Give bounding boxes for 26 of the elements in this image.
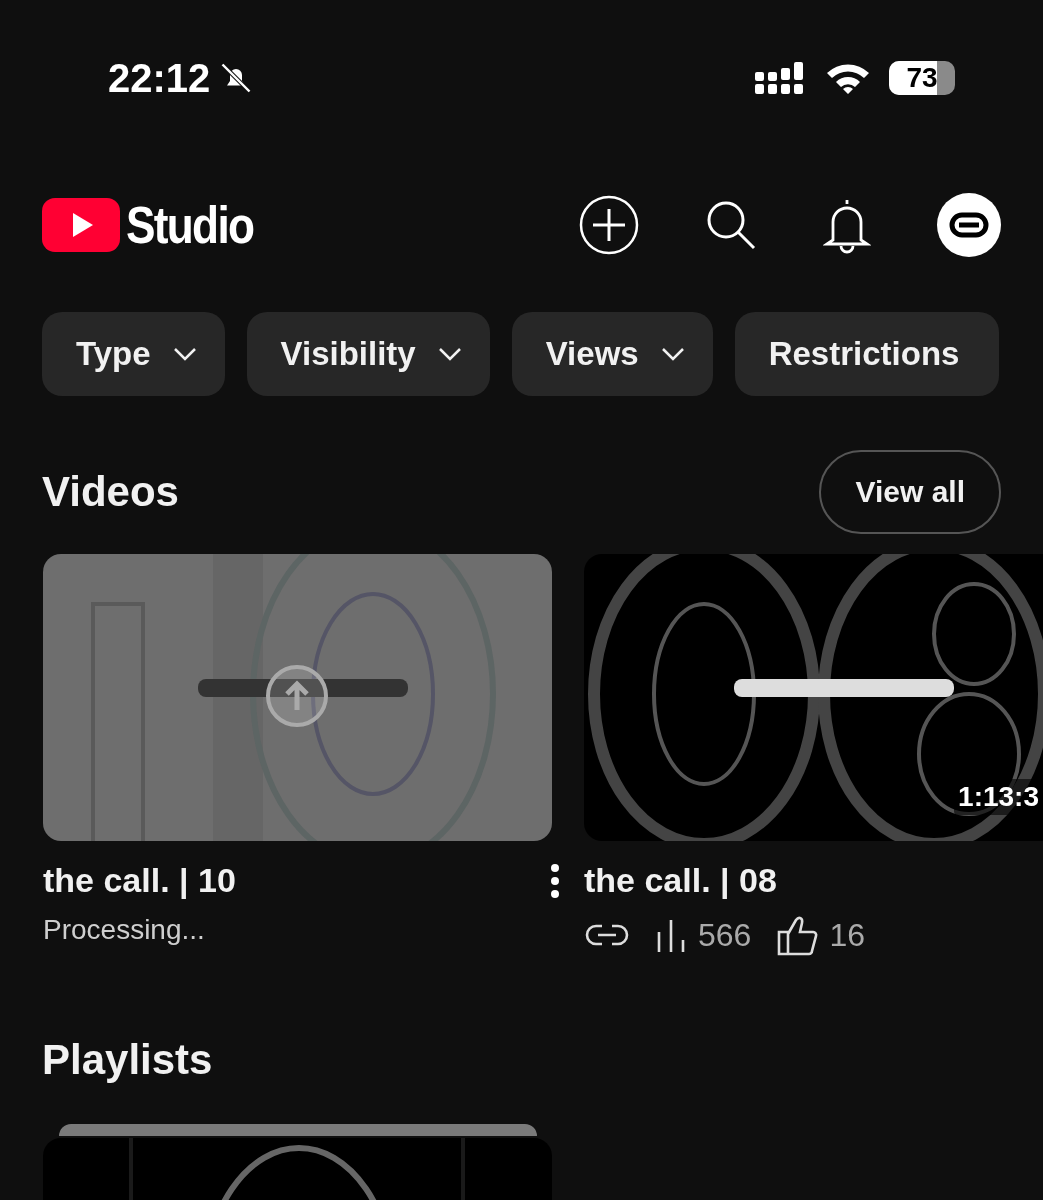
- link-icon: [584, 923, 630, 947]
- wifi-icon: [825, 61, 871, 95]
- video-title: the call. | 08: [584, 861, 777, 900]
- filter-chip[interactable]: Restrictions: [734, 312, 1000, 396]
- play-logo-icon: [42, 198, 120, 252]
- video-status: Processing...: [43, 914, 206, 946]
- video-title: the call. | 10: [43, 861, 236, 900]
- view-all-button[interactable]: View all: [819, 450, 1001, 534]
- section-title: Playlists: [42, 1036, 213, 1084]
- battery-indicator: 73: [889, 61, 955, 95]
- more-options-icon[interactable]: [550, 862, 560, 899]
- chevron-down-icon: [172, 347, 197, 361]
- filter-chip[interactable]: Views: [511, 312, 713, 396]
- chevron-down-icon: [437, 347, 462, 361]
- view-count: 566: [698, 916, 752, 954]
- logo-text: Studio: [126, 195, 254, 255]
- upload-icon: [265, 664, 329, 728]
- search-button[interactable]: [705, 199, 757, 251]
- create-button[interactable]: [579, 195, 639, 255]
- status-time: 22:12: [108, 55, 211, 101]
- filter-chip[interactable]: Visibility: [246, 312, 490, 396]
- thumbs-up-icon: [777, 914, 820, 956]
- like-count: 16: [829, 916, 865, 954]
- filter-chip[interactable]: Type: [42, 312, 225, 396]
- section-title: Videos: [42, 468, 179, 516]
- chevron-down-icon: [660, 347, 685, 361]
